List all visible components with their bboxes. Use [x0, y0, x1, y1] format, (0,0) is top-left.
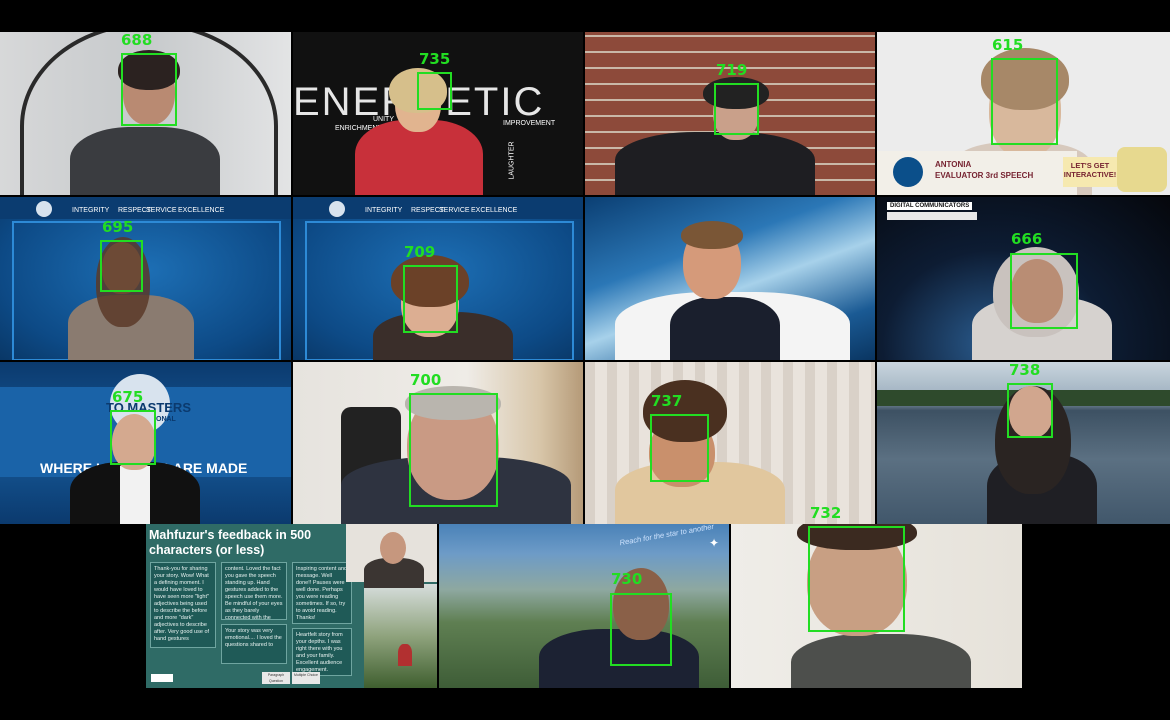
value-word: SERVICE — [146, 207, 177, 214]
video-tile-12[interactable]: 738 — [877, 362, 1170, 524]
name-banner: ANTONIA EVALUATOR 3rd SPEECH — [877, 151, 1077, 195]
video-tile-10[interactable]: 700 — [293, 362, 583, 524]
face-box — [121, 53, 177, 126]
participant-vest — [670, 297, 780, 360]
social-icons — [887, 212, 977, 220]
face-id-label: 735 — [419, 50, 451, 68]
value-word: EXCELLENCE — [178, 207, 225, 214]
feedback-card: content. Loved the fact you gave the spe… — [221, 562, 287, 620]
banner-word: IMPROVEMENT — [503, 120, 556, 127]
star-icon: ✦ — [709, 536, 720, 550]
face-id-label: 666 — [1011, 230, 1043, 248]
feedback-card: Heartfelt story from your depths. I was … — [292, 628, 352, 676]
face-box — [610, 593, 672, 666]
sign-line1: LET'S GET — [1070, 161, 1110, 170]
face-box — [1007, 383, 1053, 438]
face-id-label: 709 — [404, 243, 436, 261]
participant-collar — [120, 466, 150, 524]
face-box — [409, 393, 498, 507]
video-tile-14[interactable]: Reach for the star to another ✦ 730 — [439, 524, 729, 688]
face-box — [650, 414, 709, 482]
face-box — [100, 240, 143, 292]
face-box — [808, 526, 905, 632]
interactive-sign: LET'S GET INTERACTIVE! — [1063, 157, 1117, 187]
multiple-choice-button[interactable]: Multiple Choice — [292, 672, 320, 684]
sign-line2: INTERACTIVE! — [1063, 170, 1117, 179]
speaker-role: EVALUATOR 3rd SPEECH — [935, 171, 1034, 180]
channel-name: DIGITAL COMMUNICATORS — [887, 202, 973, 210]
value-word: EXCELLENCE — [471, 207, 518, 214]
values-bar: INTEGRITY RESPECT SERVICE EXCELLENCE — [0, 197, 291, 219]
video-tile-9[interactable]: TO MASTERS ONAL WHERE L S ARE MADE 675 — [0, 362, 291, 524]
video-tile-8[interactable]: DIGITAL COMMUNICATORS 666 — [877, 197, 1170, 360]
face-box — [417, 72, 452, 110]
board-title: Mahfuzur's feedback in 500 characters (o… — [149, 528, 312, 557]
face-id-label: 730 — [611, 570, 643, 588]
face-id-label: 738 — [1009, 362, 1041, 379]
video-tile-2[interactable]: ENERGETIC ENRICHMENTS UNITY LAUGHTER IMP… — [293, 32, 583, 195]
banner-word: LAUGHTER — [508, 141, 516, 180]
scenery-photo — [364, 584, 437, 688]
value-word: SERVICE — [439, 207, 470, 214]
feedback-card: Your story was very emotional.... I love… — [221, 624, 287, 664]
video-tile-4[interactable]: ANTONIA EVALUATOR 3rd SPEECH LET'S GET I… — [877, 32, 1170, 195]
face-box — [1010, 253, 1078, 329]
speaker-name: ANTONIA — [935, 160, 972, 169]
face-id-label: 688 — [121, 32, 153, 49]
participant-body — [791, 634, 971, 688]
feedback-card: Inspiring content and message. Well done… — [292, 562, 352, 624]
value-word: INTEGRITY — [72, 207, 110, 214]
video-tile-6[interactable]: INTEGRITY RESPECT SERVICE EXCELLENCE 709 — [293, 197, 583, 360]
board-button[interactable] — [151, 674, 173, 682]
face-box — [110, 410, 156, 465]
participant-body — [70, 127, 220, 195]
video-tile-5[interactable]: INTEGRITY RESPECT SERVICE EXCELLENCE 695 — [0, 197, 291, 360]
sky-caption: Reach for the star to another — [618, 524, 715, 548]
toastmasters-logo — [893, 157, 923, 187]
face-id-label: 732 — [810, 504, 842, 522]
feedback-card: Thank-you for sharing your story. Wow! W… — [150, 562, 216, 648]
toastmasters-logo — [36, 201, 52, 217]
presenter-head — [380, 532, 406, 564]
video-tile-1[interactable]: 688 — [0, 32, 291, 195]
toastmasters-logo — [329, 201, 345, 217]
participant-hair — [681, 221, 743, 249]
face-id-label: 675 — [112, 388, 144, 406]
cup-icon — [1117, 147, 1167, 192]
face-box — [991, 58, 1058, 145]
face-box — [403, 265, 458, 333]
logo-subtext: ONAL — [156, 416, 176, 423]
face-id-label: 719 — [716, 61, 748, 79]
video-tile-13[interactable]: Mahfuzur's feedback in 500 characters (o… — [146, 524, 437, 688]
video-tile-15[interactable]: 732 — [731, 524, 1022, 688]
values-bar: INTEGRITY RESPECT SERVICE EXCELLENCE — [293, 197, 583, 219]
value-word: INTEGRITY — [365, 207, 403, 214]
video-tile-7[interactable] — [585, 197, 875, 360]
face-id-label: 700 — [410, 371, 442, 389]
face-id-label: 737 — [651, 392, 683, 410]
face-id-label: 615 — [992, 36, 1024, 54]
hiker — [398, 644, 412, 666]
face-id-label: 695 — [102, 218, 134, 236]
video-tile-3[interactable]: 719 — [585, 32, 875, 195]
paragraph-button[interactable]: Paragraph Question — [262, 672, 290, 684]
presenter-thumbnail[interactable] — [346, 524, 437, 588]
video-tile-11[interactable]: 737 — [585, 362, 875, 524]
participant-body — [615, 132, 815, 195]
face-box — [714, 83, 759, 135]
